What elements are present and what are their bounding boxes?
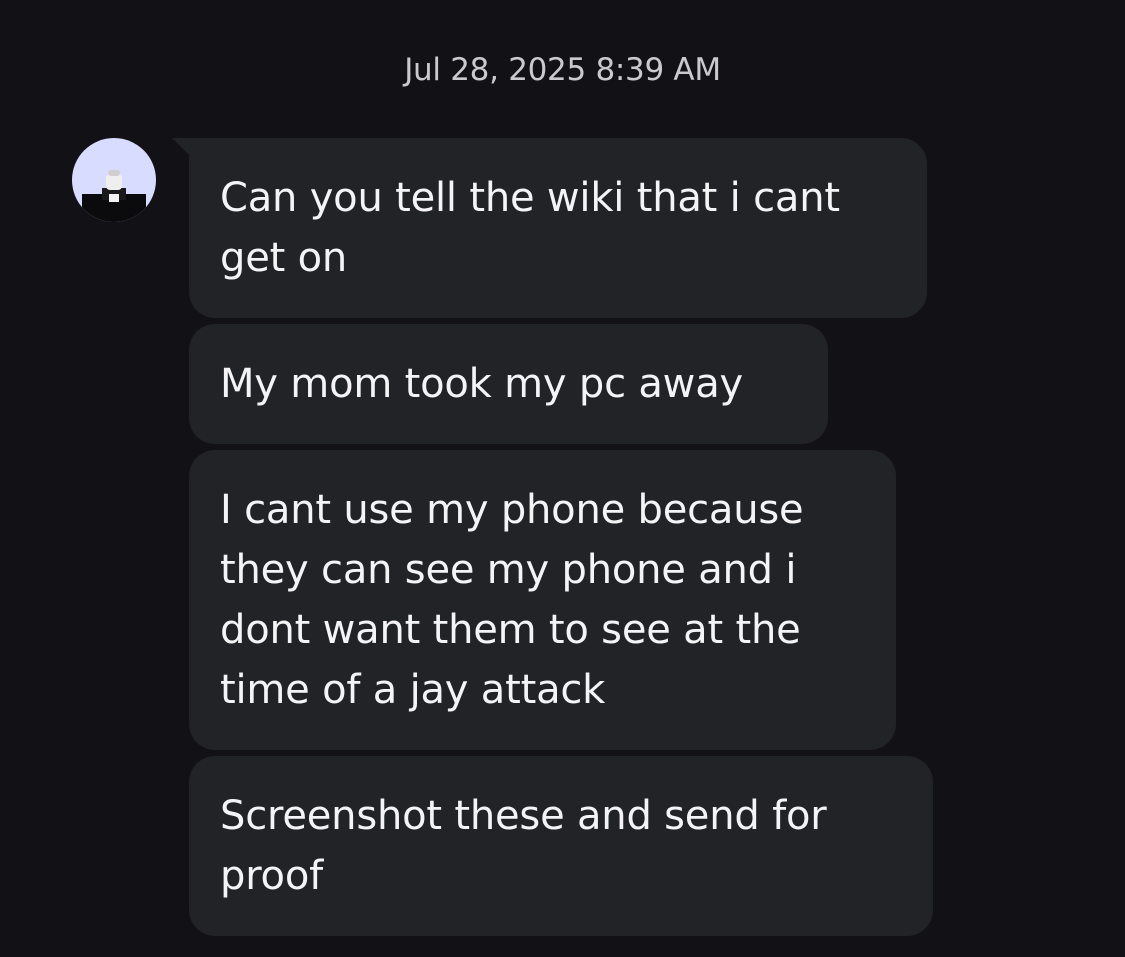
message-bubble[interactable]: Can you tell the wiki that i cant get on xyxy=(189,138,927,318)
message-timestamp: Jul 28, 2025 8:39 AM xyxy=(404,52,721,88)
message-bubble[interactable]: I cant use my phone because they can see… xyxy=(189,450,896,750)
sender-avatar[interactable] xyxy=(72,138,156,222)
message-bubble[interactable]: Screenshot these and send for proof xyxy=(189,756,933,936)
message-bubble[interactable]: My mom took my pc away xyxy=(189,324,828,444)
roblox-avatar-icon xyxy=(82,170,146,222)
